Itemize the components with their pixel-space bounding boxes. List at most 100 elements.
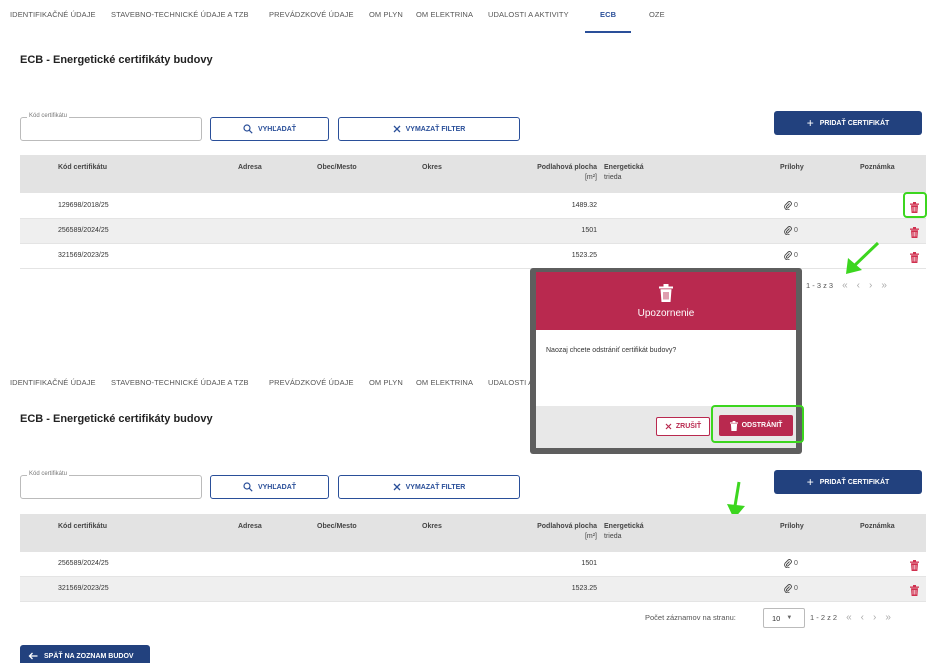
tab-oze[interactable]: OZE xyxy=(649,10,665,19)
back-label: SPÄŤ NA ZOZNAM BUDOV xyxy=(44,652,134,660)
attachments-count[interactable]: 0 xyxy=(784,251,798,260)
col-energy-sub: trieda xyxy=(604,533,622,540)
certificate-code-field[interactable]: Kód certifikátu xyxy=(20,113,202,141)
col-attachments[interactable]: Prílohy xyxy=(780,522,804,532)
highlight-delete-icon xyxy=(903,192,927,218)
col-address[interactable]: Adresa xyxy=(238,163,262,173)
cell-code: 256589/2024/25 xyxy=(58,560,109,567)
close-icon xyxy=(393,125,401,133)
col-energy[interactable]: Energetická trieda xyxy=(604,522,644,542)
highlight-delete-button xyxy=(711,405,804,443)
paperclip-icon xyxy=(784,201,792,210)
table-row: 129698/2018/25 1489.32 0 xyxy=(20,194,926,219)
add-certificate-button[interactable]: + PRIDAŤ CERTIFIKÁT xyxy=(774,111,922,135)
plus-icon: + xyxy=(806,475,814,489)
col-city[interactable]: Obec/Mesto xyxy=(317,163,357,173)
paperclip-icon xyxy=(784,584,792,593)
search-button[interactable]: VYHĽADAŤ xyxy=(210,117,329,141)
add-certificate-button[interactable]: + PRIDAŤ CERTIFIKÁT xyxy=(774,470,922,494)
chevron-double-right-icon[interactable]: » xyxy=(885,612,891,623)
table-header: Kód certifikátu Adresa Obec/Mesto Okres … xyxy=(20,514,926,552)
cell-code: 321569/2023/25 xyxy=(58,252,109,259)
col-city[interactable]: Obec/Mesto xyxy=(317,522,357,532)
col-area[interactable]: Podlahová plocha [m²] xyxy=(507,163,597,183)
cell-area: 1501 xyxy=(581,560,597,567)
chevron-left-icon[interactable]: ‹ xyxy=(857,280,860,291)
tab-om-plyn[interactable]: OM PLYN xyxy=(369,378,403,387)
tab-identifikacne[interactable]: IDENTIFIKAČNÉ ÚDAJE xyxy=(10,378,96,387)
col-note[interactable]: Poznámka xyxy=(860,163,895,173)
delete-button[interactable] xyxy=(910,583,919,601)
tab-stavebno-technicke[interactable]: STAVEBNO-TECHNICKÉ ÚDAJE A TZB xyxy=(111,10,249,19)
paperclip-icon xyxy=(784,559,792,568)
trash-icon xyxy=(910,585,919,596)
col-code[interactable]: Kód certifikátu xyxy=(58,522,107,532)
delete-button[interactable] xyxy=(910,225,919,243)
col-address[interactable]: Adresa xyxy=(238,522,262,532)
pager-range: 1 - 2 z 2 xyxy=(810,613,838,622)
pagination: 1 - 3 z 3 « ‹ › » xyxy=(806,280,887,291)
certificate-code-field[interactable]: Kód certifikátu xyxy=(20,471,202,499)
chevron-double-right-icon[interactable]: » xyxy=(881,280,887,291)
chevron-right-icon[interactable]: › xyxy=(869,280,872,291)
attachments-count[interactable]: 0 xyxy=(784,226,798,235)
col-area-label: Podlahová plocha xyxy=(537,523,597,530)
col-code[interactable]: Kód certifikátu xyxy=(58,163,107,173)
cancel-label: ZRUŠIŤ xyxy=(675,423,702,430)
per-page-select[interactable]: 10 ▼ xyxy=(763,608,805,628)
search-button[interactable]: VYHĽADAŤ xyxy=(210,475,329,499)
cancel-button[interactable]: ZRUŠIŤ xyxy=(656,417,710,436)
modal-title: Upozornenie xyxy=(637,307,695,319)
tab-prevadzkove[interactable]: PREVÁDZKOVÉ ÚDAJE xyxy=(269,10,354,19)
clear-filter-button[interactable]: VYMAZAŤ FILTER xyxy=(338,475,520,499)
modal-header: Upozornenie xyxy=(536,272,796,330)
active-tab-indicator xyxy=(585,31,631,33)
tab-om-elektrina[interactable]: OM ELEKTRINA xyxy=(416,378,473,387)
chevron-double-left-icon[interactable]: « xyxy=(842,280,848,291)
tab-bar: IDENTIFIKAČNÉ ÚDAJE STAVEBNO-TECHNICKÉ Ú… xyxy=(0,0,931,33)
col-energy-label: Energetická xyxy=(604,523,644,530)
pagination: 1 - 2 z 2 « ‹ › » xyxy=(810,612,891,623)
search-button-label: VYHĽADAŤ xyxy=(257,125,297,133)
table-header: Kód certifikátu Adresa Obec/Mesto Okres … xyxy=(20,155,926,193)
attachments-count[interactable]: 0 xyxy=(784,584,798,593)
trash-icon xyxy=(910,252,919,263)
tab-om-plyn[interactable]: OM PLYN xyxy=(369,10,403,19)
col-area[interactable]: Podlahová plocha [m²] xyxy=(507,522,597,542)
table-row: 256589/2024/25 1501 0 xyxy=(20,552,926,577)
chevron-double-left-icon[interactable]: « xyxy=(846,612,852,623)
col-energy-label: Energetická xyxy=(604,164,644,171)
col-energy-sub: trieda xyxy=(604,174,622,181)
col-district[interactable]: Okres xyxy=(422,522,442,532)
tab-ecb[interactable]: ECB xyxy=(600,10,616,19)
cell-area: 1523.25 xyxy=(571,585,597,592)
attachments-count[interactable]: 0 xyxy=(784,559,798,568)
col-energy[interactable]: Energetická trieda xyxy=(604,163,644,183)
col-attachments[interactable]: Prílohy xyxy=(780,163,804,173)
tab-identifikacne[interactable]: IDENTIFIKAČNÉ ÚDAJE xyxy=(10,10,96,19)
table-row: 256589/2024/25 1501 0 xyxy=(20,219,926,244)
delete-button[interactable] xyxy=(910,558,919,576)
search-button-label: VYHĽADAŤ xyxy=(257,483,297,491)
col-district[interactable]: Okres xyxy=(422,163,442,173)
tab-udalosti[interactable]: UDALOSTI A xyxy=(488,378,533,387)
plus-icon: + xyxy=(806,116,814,130)
back-to-buildings-button[interactable]: SPÄŤ NA ZOZNAM BUDOV xyxy=(20,645,150,663)
cell-code: 129698/2018/25 xyxy=(58,202,109,209)
cell-area: 1501 xyxy=(581,227,597,234)
table-row: 321569/2023/25 1523.25 0 xyxy=(20,577,926,602)
attachments-count[interactable]: 0 xyxy=(784,201,798,210)
tab-stavebno-technicke[interactable]: STAVEBNO-TECHNICKÉ ÚDAJE A TZB xyxy=(111,378,249,387)
chevron-left-icon[interactable]: ‹ xyxy=(861,612,864,623)
chevron-right-icon[interactable]: › xyxy=(873,612,876,623)
col-area-unit: [m²] xyxy=(584,533,597,540)
delete-button[interactable] xyxy=(910,250,919,268)
tab-prevadzkove[interactable]: PREVÁDZKOVÉ ÚDAJE xyxy=(269,378,354,387)
search-icon xyxy=(243,482,253,492)
paperclip-icon xyxy=(784,251,792,260)
col-note[interactable]: Poznámka xyxy=(860,522,895,532)
clear-filter-button[interactable]: VYMAZAŤ FILTER xyxy=(338,117,520,141)
tab-om-elektrina[interactable]: OM ELEKTRINA xyxy=(416,10,473,19)
tab-udalosti[interactable]: UDALOSTI A AKTIVITY xyxy=(488,10,569,19)
green-arrow-icon xyxy=(846,241,880,274)
